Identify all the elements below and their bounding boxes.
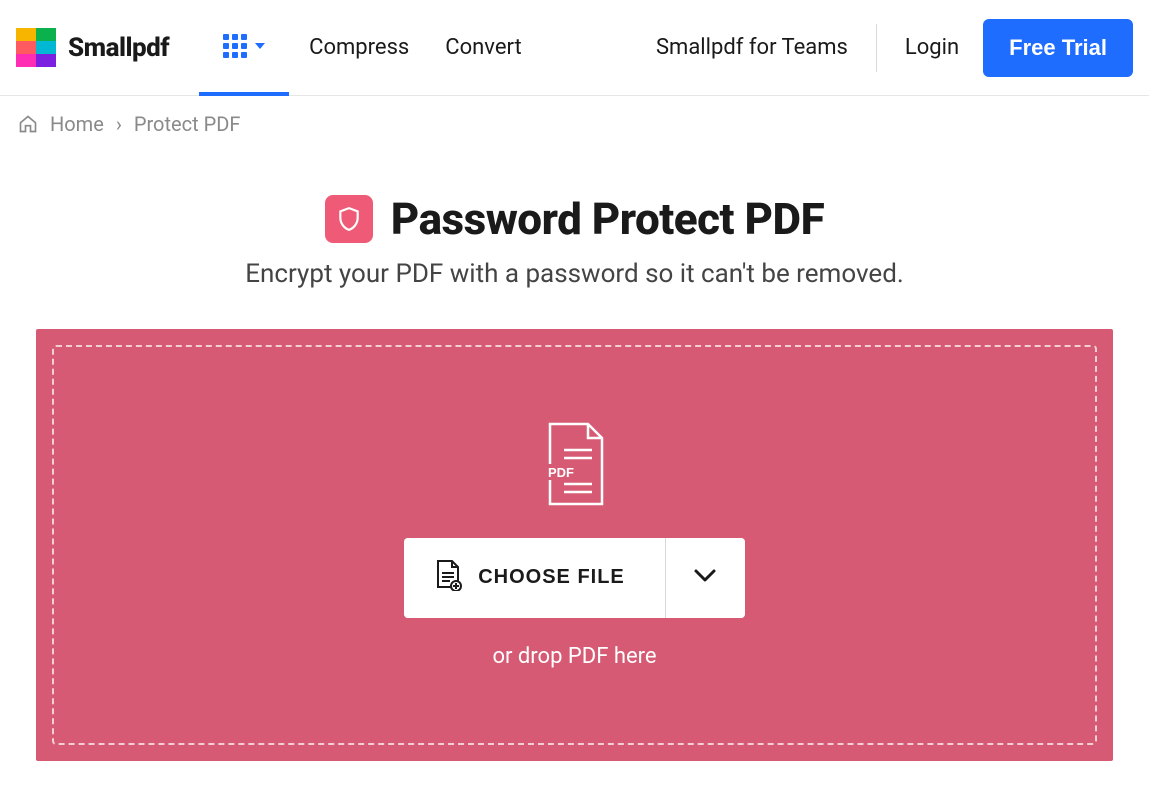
hero: Password Protect PDF Encrypt your PDF wi…: [0, 193, 1149, 289]
apps-menu-button[interactable]: [199, 0, 289, 96]
apps-grid-icon: [223, 34, 247, 58]
choose-file-button[interactable]: CHOOSE FILE: [404, 538, 665, 618]
free-trial-button[interactable]: Free Trial: [983, 19, 1133, 77]
dropzone-container: PDF CHOOSE FILE: [36, 329, 1113, 761]
logo[interactable]: Smallpdf: [16, 28, 169, 68]
nav-teams[interactable]: Smallpdf for Teams: [656, 35, 848, 60]
logo-mark-icon: [16, 28, 56, 68]
breadcrumb: Home › Protect PDF: [0, 96, 1149, 153]
document-add-icon: [434, 559, 462, 597]
svg-text:PDF: PDF: [548, 465, 574, 480]
page-title: Password Protect PDF: [391, 193, 824, 245]
home-icon: [18, 114, 38, 134]
pdf-file-icon: PDF: [540, 422, 610, 512]
main-nav: Compress Convert Smallpdf for Teams: [309, 35, 848, 60]
header: Smallpdf Compress Convert Smallpdf for T…: [0, 0, 1149, 96]
login-link[interactable]: Login: [905, 35, 959, 60]
chevron-down-icon: [255, 43, 265, 49]
choose-file-label: CHOOSE FILE: [478, 566, 625, 589]
choose-file-options-button[interactable]: [665, 538, 745, 618]
breadcrumb-current: Protect PDF: [134, 112, 241, 136]
shield-icon: [325, 195, 373, 243]
drop-hint: or drop PDF here: [492, 644, 656, 669]
choose-file-group: CHOOSE FILE: [404, 538, 745, 618]
dropzone[interactable]: PDF CHOOSE FILE: [52, 345, 1097, 745]
divider: [876, 24, 877, 72]
breadcrumb-home[interactable]: Home: [50, 112, 104, 136]
nav-compress[interactable]: Compress: [309, 35, 409, 60]
brand-name: Smallpdf: [68, 33, 169, 63]
breadcrumb-separator: ›: [116, 112, 122, 136]
page-subtitle: Encrypt your PDF with a password so it c…: [40, 259, 1109, 289]
nav-convert[interactable]: Convert: [445, 35, 521, 60]
chevron-down-icon: [694, 569, 716, 586]
